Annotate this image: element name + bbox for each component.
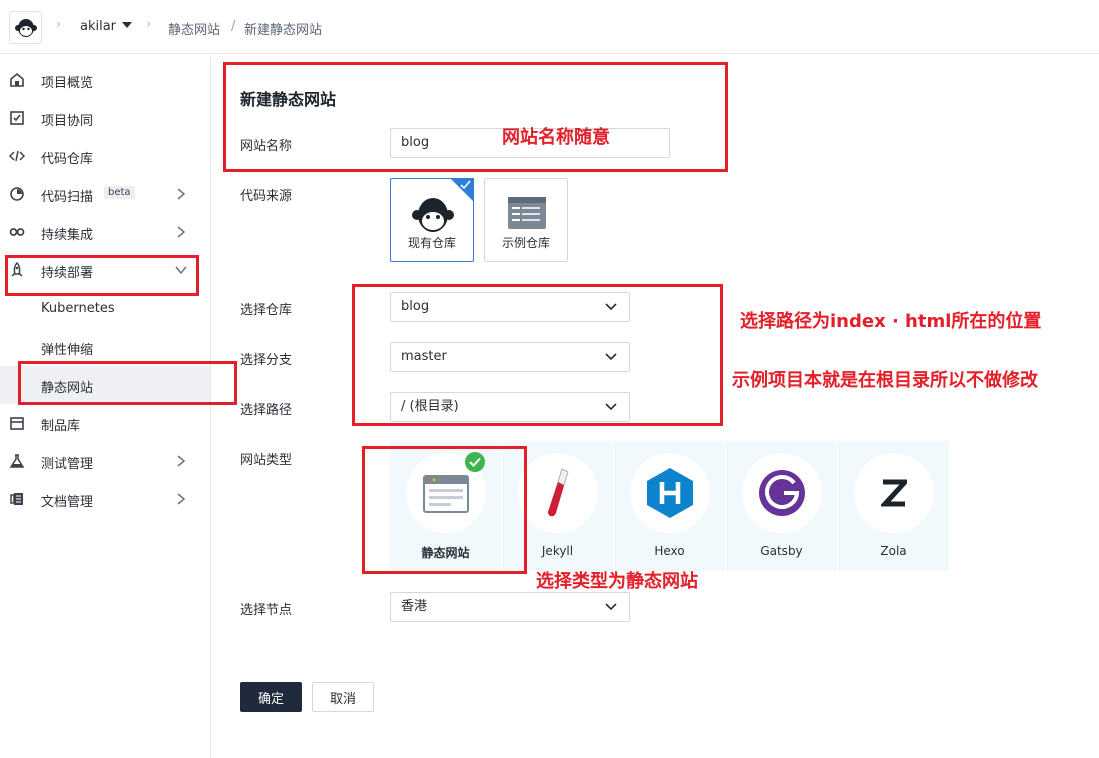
source-option-label: 现有仓库 [407, 236, 456, 250]
confirm-button[interactable]: 确定 [240, 682, 302, 712]
sidebar-item-artifacts[interactable]: 制品库 [0, 404, 210, 442]
source-option-label: 示例仓库 [501, 236, 550, 250]
chevron-down-icon [605, 603, 617, 611]
node-select-value: 香港 [401, 599, 428, 614]
sidebar-item-label: 弹性伸缩 [41, 343, 94, 358]
chevron-right-icon: › [146, 17, 152, 32]
annotation-box-cd-menu [5, 255, 199, 296]
sidebar-item-collaboration[interactable]: 项目协同 [0, 99, 210, 137]
chevron-right-icon [177, 493, 186, 505]
annotation-note-root: 示例项目本就是在根目录所以不做修改 [732, 370, 1038, 391]
type-option-gatsby[interactable]: Gatsby [726, 441, 837, 571]
sidebar-item-label: 代码仓库 [41, 152, 94, 167]
type-option-zola[interactable]: Zola [838, 441, 949, 571]
node-label: 选择节点 [240, 603, 293, 618]
monkey-logo-icon [14, 18, 37, 37]
site-type-label: 网站类型 [240, 453, 293, 468]
sidebar-item-label: Kubernetes [41, 301, 115, 316]
annotation-note-site-name: 网站名称随意 [502, 127, 610, 148]
sidebar-item-label: 持续集成 [41, 228, 94, 243]
sidebar-item-ci[interactable]: 持续集成 [0, 213, 210, 251]
sidebar-item-label: 制品库 [41, 419, 81, 434]
type-option-label: Zola [880, 544, 907, 558]
chevron-right-icon [177, 455, 186, 467]
cancel-button[interactable]: 取消 [312, 682, 374, 712]
gatsby-icon [759, 470, 805, 516]
annotation-note-path: 选择路径为index · html所在的位置 [740, 311, 1042, 332]
annotation-box-repo-path [352, 284, 723, 426]
type-icon-circle [518, 453, 598, 533]
logo[interactable] [9, 11, 42, 44]
flask-icon [9, 454, 25, 468]
breadcrumb-current: 新建静态网站 [244, 23, 323, 38]
beta-badge: beta [104, 186, 135, 199]
user-switcher[interactable]: akilar [80, 19, 133, 34]
jekyll-tube-icon [548, 468, 569, 517]
branch-label: 选择分支 [240, 353, 293, 368]
path-label: 选择路径 [240, 403, 293, 418]
type-icon-circle [742, 453, 822, 533]
annotation-box-site-type [362, 446, 527, 574]
chevron-right-icon: › [56, 17, 62, 32]
source-option-existing[interactable]: 现有仓库 [390, 178, 474, 262]
code-icon [9, 150, 25, 162]
infinity-icon [9, 228, 25, 236]
annotation-note-type: 选择类型为静态网站 [536, 571, 698, 592]
sidebar-item-label: 项目协同 [41, 114, 94, 129]
source-option-example[interactable]: 示例仓库 [484, 178, 568, 262]
sidebar-item-docs[interactable]: 文档管理 [0, 480, 210, 518]
sidebar-item-testing[interactable]: 测试管理 [0, 442, 210, 480]
type-option-label: Gatsby [760, 544, 803, 558]
chevron-right-icon [177, 188, 186, 200]
package-icon [10, 417, 24, 430]
sidebar-item-label: 代码扫描 [41, 190, 94, 205]
zola-icon [881, 479, 907, 507]
chevron-right-icon [177, 226, 186, 238]
sidebar: 项目概览 项目协同 代码仓库 代码扫描 beta 持续集成 持续部署 Kuber… [0, 55, 211, 758]
sidebar-item-code-scan[interactable]: 代码扫描 beta [0, 175, 210, 213]
caret-down-icon [122, 22, 133, 28]
breadcrumb-divider: / [231, 19, 236, 34]
breadcrumb-static-sites[interactable]: 静态网站 [168, 19, 220, 38]
sidebar-item-label: 项目概览 [41, 76, 94, 91]
template-repo-icon [508, 197, 546, 229]
monkey-repo-icon [412, 198, 454, 232]
sidebar-item-label: 测试管理 [41, 457, 94, 472]
type-icon-circle [854, 453, 934, 533]
type-option-label: Hexo [654, 544, 685, 558]
selected-check-icon [450, 178, 474, 202]
home-icon [10, 72, 24, 87]
annotation-box-site-name [223, 62, 728, 172]
sidebar-item-overview[interactable]: 项目概览 [0, 61, 210, 99]
annotation-box-static-menu [18, 361, 237, 405]
source-label: 代码来源 [240, 189, 293, 204]
document-icon [10, 493, 23, 505]
top-bar: › akilar › 静态网站 / 新建静态网站 [0, 0, 1099, 54]
hexo-icon [647, 468, 693, 518]
repo-label: 选择仓库 [240, 303, 293, 318]
node-select[interactable]: 香港 [390, 592, 630, 622]
username: akilar [80, 19, 117, 34]
sidebar-item-code-repo[interactable]: 代码仓库 [0, 137, 210, 175]
scan-icon [10, 187, 24, 201]
type-icon-circle [630, 453, 710, 533]
checkbox-icon [10, 111, 24, 125]
type-option-hexo[interactable]: Hexo [614, 441, 725, 571]
sidebar-item-label: 文档管理 [41, 495, 94, 510]
